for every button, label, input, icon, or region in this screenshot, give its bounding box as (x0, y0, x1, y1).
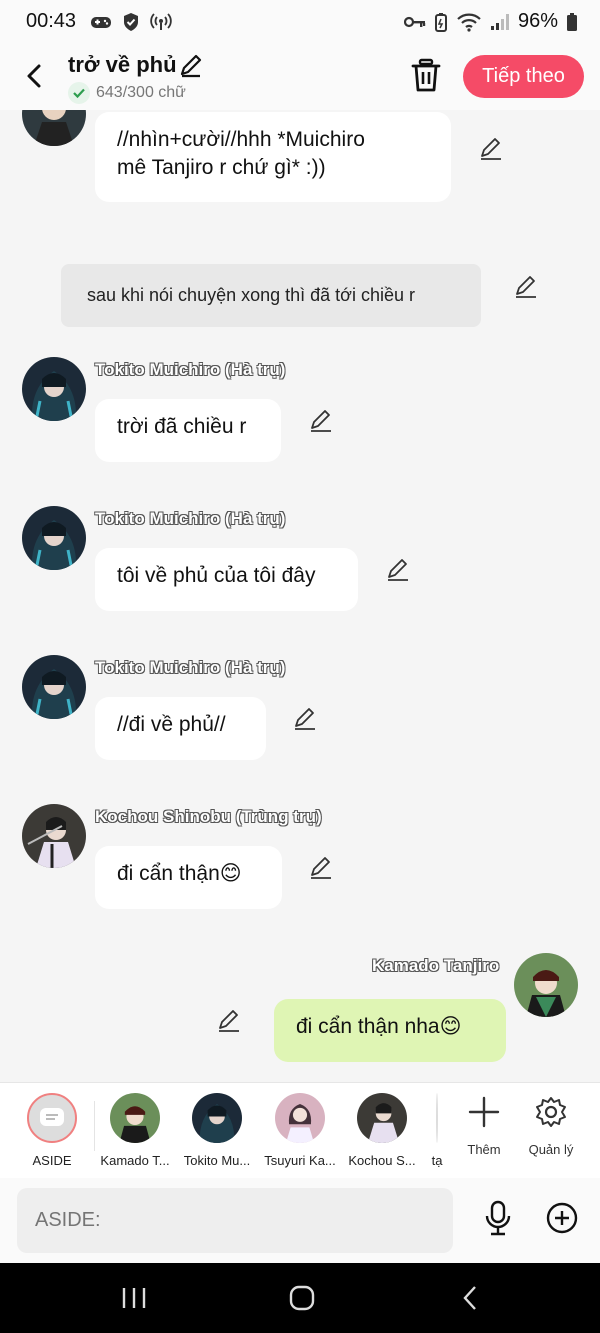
hotspot-icon (150, 13, 172, 30)
gamepad-icon (91, 17, 111, 28)
status-time: 00:43 (26, 10, 77, 32)
speaker-name: Tokito Muichiro (Hà trụ) (95, 360, 286, 379)
character-name: Kochou S... (348, 1153, 416, 1168)
status-bar: 00:43 96% (0, 0, 600, 44)
home-icon (289, 1285, 315, 1311)
message-bubble[interactable]: //nhìn+cười//hhh *Muichiro mê Tanjiro r … (95, 112, 451, 202)
message-text: trời đã chiều r (117, 415, 247, 438)
avatar-kochou[interactable] (22, 804, 86, 868)
avatar-kamado[interactable] (514, 953, 578, 1017)
avatar (192, 1093, 242, 1143)
word-count-text: 643/300 chữ (96, 84, 186, 101)
character-tokito[interactable]: Tokito Mu... (177, 1093, 257, 1168)
avatar-tokito[interactable] (22, 506, 86, 570)
edit-message-icon[interactable] (478, 136, 504, 162)
back-nav-button[interactable] (450, 1283, 490, 1313)
add-circle-icon[interactable] (546, 1202, 578, 1234)
message-text-line: mê Tanjiro r chứ gì* :)) (117, 156, 326, 179)
check-icon (68, 82, 90, 104)
avatar[interactable] (22, 110, 86, 146)
avatar (436, 1093, 438, 1143)
microphone-icon[interactable] (483, 1200, 513, 1236)
message-text: đi cẩn thận nha😊 (296, 1015, 462, 1038)
avatar-tokito[interactable] (22, 357, 86, 421)
narration-text: sau khi nói chuyện xong thì đã tới chiều… (87, 285, 415, 305)
chevron-left-icon (27, 64, 41, 88)
message-input[interactable] (17, 1188, 453, 1253)
edit-message-icon[interactable] (216, 1008, 242, 1034)
edit-message-icon[interactable] (513, 274, 539, 300)
next-button[interactable]: Tiếp theo (463, 55, 584, 98)
message-text: //đi về phủ// (117, 713, 226, 736)
character-name: tạ (431, 1153, 443, 1168)
top-bar: trở về phủ 643/300 chữ Tiếp theo (0, 44, 600, 110)
battery-percent: 96% (517, 10, 558, 32)
word-count: 643/300 chữ (68, 82, 186, 104)
character-aside[interactable]: ASIDE (12, 1093, 92, 1168)
input-bar (0, 1178, 600, 1263)
speaker-name: Kamado Tanjiro (372, 956, 500, 975)
system-nav-bar (0, 1263, 600, 1333)
edit-message-icon[interactable] (292, 706, 318, 732)
avatar (275, 1093, 325, 1143)
speaker-name: Tokito Muichiro (Hà trụ) (95, 509, 286, 528)
character-name: Tsuyuri Ka... (264, 1153, 336, 1168)
character-partial[interactable]: tạ (420, 1093, 454, 1168)
my-message-bubble[interactable]: đi cẩn thận nha😊 (274, 999, 506, 1062)
message-bubble[interactable]: tôi về phủ của tôi đây (95, 548, 358, 611)
message-bubble[interactable]: //đi về phủ// (95, 697, 266, 760)
character-tsuyuri[interactable]: Tsuyuri Ka... (260, 1093, 340, 1168)
battery-saver-icon (434, 12, 447, 32)
key-icon (403, 16, 426, 27)
message-text: tôi về phủ của tôi đây (117, 564, 316, 587)
recent-apps-icon (122, 1288, 146, 1308)
speaker-name: Tokito Muichiro (Hà trụ) (95, 658, 286, 677)
chat-area[interactable]: //nhìn+cười//hhh *Muichiro mê Tanjiro r … (0, 110, 600, 1082)
trash-icon[interactable] (410, 58, 442, 94)
narration-bubble[interactable]: sau khi nói chuyện xong thì đã tới chiều… (61, 264, 481, 327)
avatar (357, 1093, 407, 1143)
battery-icon (567, 12, 577, 31)
recent-apps-button[interactable] (114, 1283, 154, 1313)
message-bubble[interactable]: trời đã chiều r (95, 399, 281, 462)
plus-icon (468, 1096, 500, 1128)
manage-button[interactable]: Quản lý (521, 1095, 581, 1157)
shield-icon (124, 13, 138, 31)
edit-title-icon[interactable] (178, 52, 204, 78)
add-label: Thêm (467, 1142, 501, 1157)
speaker-name: Kochou Shinobu (Trùng trụ) (95, 807, 322, 826)
edit-message-icon[interactable] (308, 408, 334, 434)
signal-icon (490, 13, 509, 30)
edit-message-icon[interactable] (385, 557, 411, 583)
back-icon (463, 1286, 476, 1310)
gear-icon (536, 1097, 566, 1127)
manage-label: Quản lý (528, 1142, 574, 1157)
home-button[interactable] (282, 1283, 322, 1313)
character-name: Kamado T... (100, 1153, 170, 1168)
character-kamado[interactable]: Kamado T... (95, 1093, 175, 1168)
message-text-line: //nhìn+cười//hhh *Muichiro (117, 128, 365, 151)
message-bubble[interactable]: đi cẩn thận😊 (95, 846, 282, 909)
avatar (110, 1093, 160, 1143)
edit-message-icon[interactable] (308, 855, 334, 881)
character-kochou[interactable]: Kochou S... (342, 1093, 422, 1168)
add-character-button[interactable]: Thêm (454, 1095, 514, 1157)
aside-icon (27, 1093, 77, 1143)
character-bar: ASIDE Kamado T... Tokito Mu... Tsuyuri K… (0, 1082, 600, 1178)
back-button[interactable] (18, 60, 50, 92)
message-text: đi cẩn thận😊 (117, 862, 242, 885)
character-name: ASIDE (32, 1153, 72, 1168)
character-name: Tokito Mu... (183, 1153, 251, 1168)
wifi-icon (457, 13, 481, 32)
avatar-tokito[interactable] (22, 655, 86, 719)
story-title: trở về phủ (68, 52, 177, 77)
